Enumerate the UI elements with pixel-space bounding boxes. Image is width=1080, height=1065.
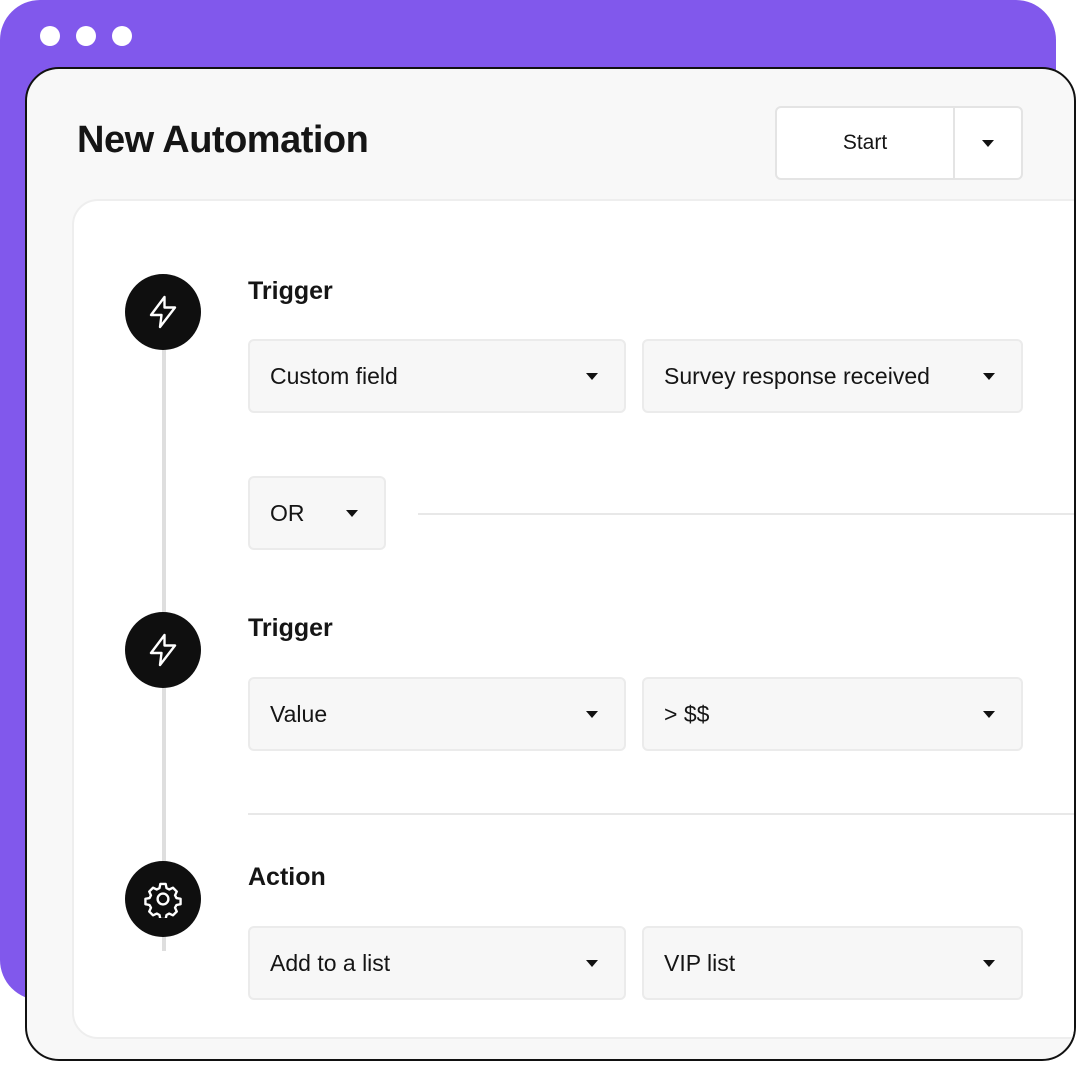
select-value: > $$	[664, 700, 710, 727]
chevron-down-icon	[982, 139, 994, 147]
trigger-1-event-select[interactable]: Survey response received	[642, 339, 1023, 413]
chevron-down-icon	[983, 372, 995, 380]
trigger-label: Trigger	[248, 614, 333, 642]
chevron-down-icon	[586, 372, 598, 380]
chevron-down-icon	[346, 509, 358, 517]
select-value: OR	[270, 499, 305, 526]
chevron-down-icon	[586, 710, 598, 718]
start-button[interactable]: Start	[777, 108, 953, 178]
select-value: Survey response received	[664, 362, 930, 389]
window-dot-close[interactable]	[40, 26, 60, 46]
workflow-panel: Trigger Custom field Survey response rec…	[72, 199, 1074, 1039]
gear-icon	[125, 861, 201, 937]
trigger-1-field-select[interactable]: Custom field	[248, 339, 626, 413]
trigger-2-condition-select[interactable]: > $$	[642, 677, 1023, 751]
lightning-icon	[125, 274, 201, 350]
window-dot-minimize[interactable]	[76, 26, 96, 46]
operator-divider	[418, 513, 1074, 515]
trigger-2-field-select[interactable]: Value	[248, 677, 626, 751]
chevron-down-icon	[586, 959, 598, 967]
chevron-down-icon	[983, 959, 995, 967]
select-value: Value	[270, 700, 328, 727]
chevron-down-icon	[983, 710, 995, 718]
section-divider	[248, 813, 1074, 815]
operator-select[interactable]: OR	[248, 476, 386, 550]
start-options-button[interactable]	[953, 108, 1021, 178]
window-controls	[40, 26, 132, 46]
select-value: Add to a list	[270, 949, 391, 976]
window-dot-maximize[interactable]	[112, 26, 132, 46]
select-value: Custom field	[270, 362, 398, 389]
trigger-label: Trigger	[248, 277, 333, 305]
page-title: New Automation	[77, 119, 369, 161]
start-split-button: Start	[775, 106, 1023, 180]
lightning-icon	[125, 612, 201, 688]
automation-window: New Automation Start Trigger Custom fiel…	[25, 67, 1076, 1061]
action-type-select[interactable]: Add to a list	[248, 926, 626, 1000]
action-target-select[interactable]: VIP list	[642, 926, 1023, 1000]
action-label: Action	[248, 863, 326, 891]
select-value: VIP list	[664, 949, 736, 976]
